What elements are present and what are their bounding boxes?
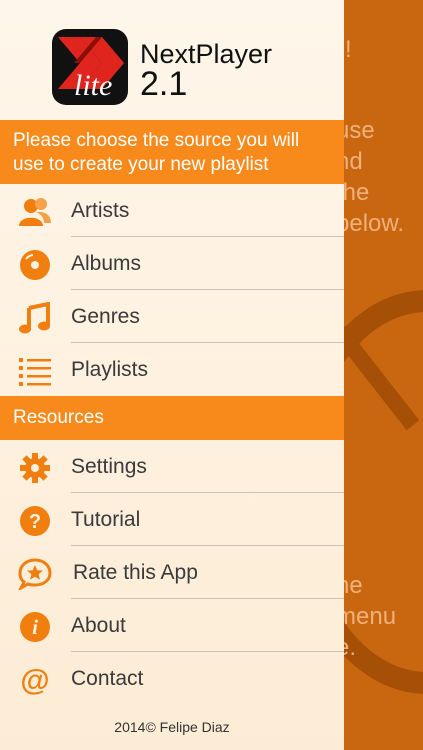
- menu-item-label: Artists: [71, 199, 130, 222]
- side-drawer: lite NextPlayer 2.1 Please choose the so…: [0, 0, 344, 750]
- menu-item-label: Settings: [71, 455, 147, 478]
- menu-item-settings[interactable]: Settings: [0, 441, 344, 493]
- at-icon: @: [20, 664, 49, 696]
- divider: [71, 598, 344, 599]
- choose-source-text: Please choose the source you will use to…: [13, 130, 300, 175]
- background-text-bottom: he menu e.: [336, 572, 397, 661]
- copyright-footer: 2014© Felipe Diaz: [114, 719, 230, 735]
- menu-item-playlists[interactable]: Playlists: [0, 344, 344, 396]
- menu-item-label: About: [71, 614, 126, 637]
- artists-icon: [19, 198, 51, 226]
- gear-icon: [20, 453, 50, 483]
- menu-item-contact[interactable]: @ Contact: [0, 653, 344, 705]
- menu-item-label: Tutorial: [71, 508, 141, 531]
- menu-item-about[interactable]: i About: [0, 600, 344, 652]
- choose-source-banner: Please choose the source you will use to…: [0, 120, 344, 184]
- divider: [71, 545, 344, 546]
- info-icon: i: [20, 612, 50, 642]
- divider: [71, 342, 344, 343]
- menu-item-label: Playlists: [71, 358, 149, 381]
- divider: [71, 289, 344, 290]
- menu-item-label: Genres: [71, 305, 140, 328]
- svg-text:?: ?: [29, 511, 41, 533]
- svg-text:@: @: [20, 664, 49, 696]
- background-exclaim: !: [345, 36, 352, 63]
- menu-item-label: Contact: [71, 667, 144, 690]
- divider: [71, 651, 344, 652]
- album-icon: [20, 250, 50, 280]
- list-icon: [19, 358, 51, 386]
- drawer-header: lite NextPlayer 2.1: [0, 0, 344, 120]
- menu-item-label: Rate this App: [73, 561, 198, 584]
- music-note-icon: [19, 302, 50, 334]
- menu-item-artists[interactable]: Artists: [0, 185, 344, 237]
- svg-text:i: i: [32, 615, 38, 639]
- app-logo: lite: [52, 29, 128, 105]
- divider: [71, 492, 344, 493]
- app-version: 2.1: [140, 65, 188, 103]
- question-icon: ?: [20, 506, 50, 536]
- resources-banner: Resources: [0, 396, 344, 440]
- menu-item-label: Albums: [71, 252, 142, 275]
- menu-item-tutorial[interactable]: ? Tutorial: [0, 494, 344, 546]
- divider: [71, 236, 344, 237]
- resources-title: Resources: [13, 407, 104, 428]
- app-name: NextPlayer: [140, 39, 273, 69]
- star-chat-icon: [18, 558, 52, 590]
- menu-item-genres[interactable]: Genres: [0, 291, 344, 343]
- menu-item-rate-app[interactable]: Rate this App: [0, 547, 344, 599]
- logo-lite-text: lite: [74, 69, 113, 102]
- menu-item-albums[interactable]: Albums: [0, 238, 344, 290]
- background-text-top: use nd the below.: [336, 117, 405, 237]
